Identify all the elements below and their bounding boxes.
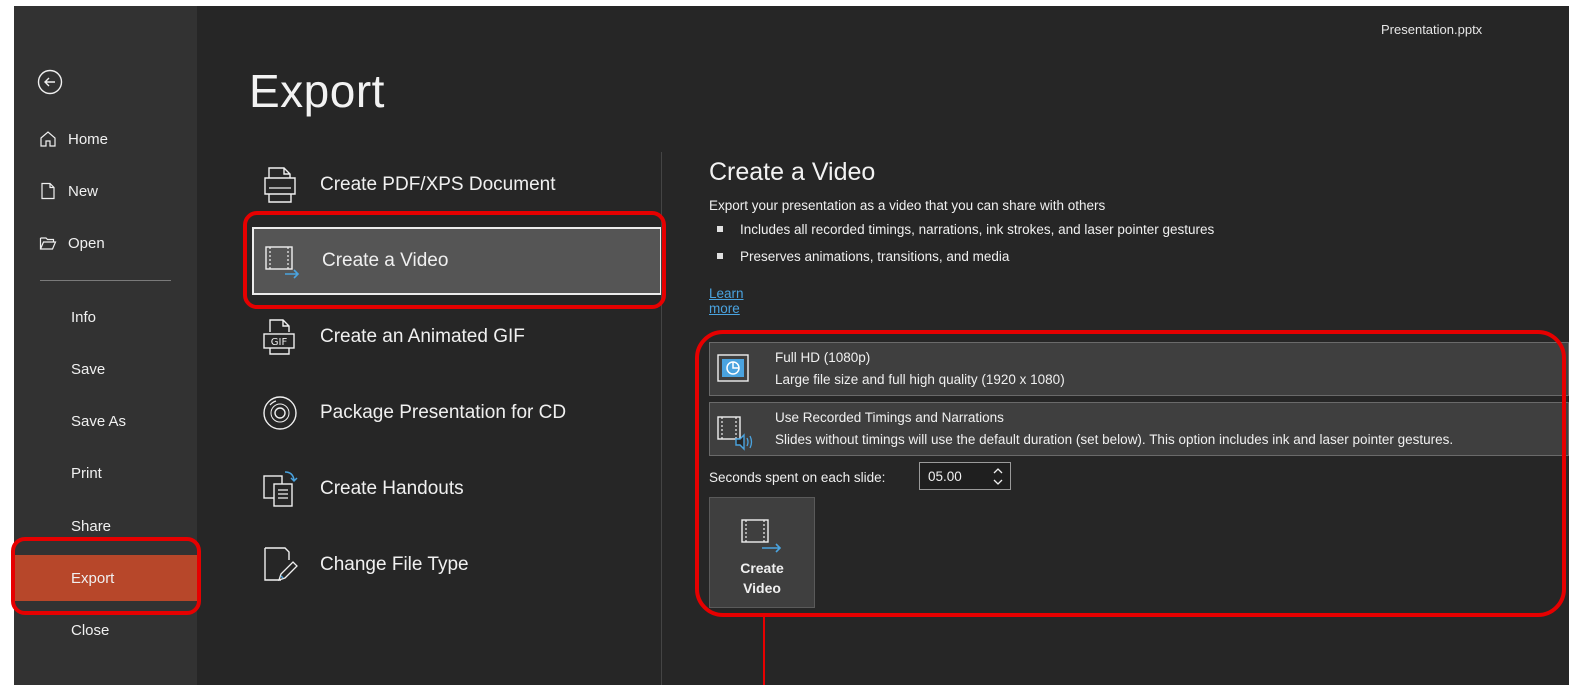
nav-new[interactable]: New — [14, 168, 197, 214]
new-document-icon — [39, 182, 57, 200]
option-create-pdf-xps-label: Create PDF/XPS Document — [320, 174, 556, 195]
seconds-stepper[interactable] — [919, 462, 1011, 490]
nav-info-label: Info — [71, 308, 97, 326]
option-create-handouts-label: Create Handouts — [320, 478, 464, 499]
nav-share[interactable]: Share — [14, 503, 197, 549]
backstage-sidebar: Home New Open Info Save Save As Print Sh… — [14, 6, 197, 685]
svg-text:GIF: GIF — [271, 337, 288, 348]
option-change-file-type[interactable]: Change File Type — [252, 531, 662, 599]
nav-export[interactable]: Export — [14, 555, 197, 601]
nav-save-as-label: Save As — [71, 412, 127, 430]
panel-bullet: Includes all recorded timings, narration… — [717, 222, 1214, 237]
monitor-icon — [716, 353, 750, 387]
option-create-animated-gif[interactable]: GIF Create an Animated GIF — [252, 303, 662, 371]
handouts-icon — [260, 469, 300, 509]
change-file-type-icon — [260, 545, 300, 585]
option-package-for-cd-label: Package Presentation for CD — [320, 402, 567, 423]
open-folder-icon — [39, 234, 57, 252]
option-package-for-cd[interactable]: Package Presentation for CD — [252, 379, 662, 447]
quality-title: Full HD (1080p) — [775, 350, 871, 365]
nav-close-label: Close — [71, 621, 110, 639]
timings-dropdown[interactable]: Use Recorded Timings and Narrations Slid… — [709, 402, 1569, 456]
create-video-button[interactable]: Create Video — [709, 497, 815, 608]
timings-narration-icon — [716, 413, 753, 451]
page-title: Export — [249, 65, 385, 117]
create-video-icon — [740, 518, 784, 554]
quality-dropdown[interactable]: Full HD (1080p) Large file size and full… — [709, 342, 1569, 396]
app-window: Home New Open Info Save Save As Print Sh… — [14, 6, 1569, 685]
nav-open-label: Open — [68, 234, 105, 252]
nav-print-label: Print — [71, 464, 102, 482]
timings-subtitle: Slides without timings will use the defa… — [775, 432, 1454, 447]
seconds-input[interactable] — [920, 463, 986, 489]
video-icon — [262, 241, 302, 281]
nav-save-as[interactable]: Save As — [14, 398, 197, 444]
nav-close[interactable]: Close — [14, 607, 197, 653]
nav-info[interactable]: Info — [14, 294, 197, 340]
nav-home-label: Home — [68, 130, 109, 148]
panel-bullet: Preserves animations, transitions, and m… — [717, 249, 1009, 264]
option-change-file-type-label: Change File Type — [320, 554, 469, 575]
annotation-pointer-line — [763, 613, 765, 685]
gif-icon: GIF — [260, 317, 300, 357]
quality-subtitle: Large file size and full high quality (1… — [775, 372, 1065, 387]
nav-save-label: Save — [71, 360, 106, 378]
option-create-animated-gif-label: Create an Animated GIF — [320, 326, 525, 347]
pdf-document-icon — [260, 165, 300, 205]
panel-divider — [661, 152, 662, 685]
nav-new-label: New — [68, 182, 99, 200]
nav-share-label: Share — [71, 517, 112, 535]
learn-more-link[interactable]: Learn more — [709, 286, 744, 316]
option-create-video[interactable]: Create a Video — [252, 227, 662, 295]
create-video-line1: Create — [740, 560, 784, 576]
circle-left-arrow-icon — [37, 69, 63, 95]
home-icon — [39, 130, 57, 148]
create-video-button-label: Create Video — [710, 558, 814, 598]
stepper-down-button[interactable] — [992, 477, 1004, 487]
back-button[interactable] — [36, 68, 64, 96]
timings-title: Use Recorded Timings and Narrations — [775, 410, 1004, 425]
nav-export-label: Export — [71, 569, 115, 587]
nav-open[interactable]: Open — [14, 220, 197, 266]
nav-save[interactable]: Save — [14, 346, 197, 392]
document-filename: Presentation.pptx — [1381, 22, 1483, 37]
chevron-down-icon — [993, 479, 1003, 485]
panel-title: Create a Video — [709, 158, 876, 186]
main-content: Presentation.pptx Export Create PDF/XPS … — [197, 6, 1569, 685]
option-create-handouts[interactable]: Create Handouts — [252, 455, 662, 523]
nav-home[interactable]: Home — [14, 116, 197, 162]
seconds-label: Seconds spent on each slide: — [709, 470, 886, 485]
option-create-pdf-xps[interactable]: Create PDF/XPS Document — [252, 151, 662, 219]
stepper-up-button[interactable] — [992, 466, 1004, 476]
cd-icon — [260, 393, 300, 433]
option-create-video-label: Create a Video — [322, 250, 449, 271]
nav-print[interactable]: Print — [14, 450, 197, 496]
chevron-up-icon — [993, 468, 1003, 474]
create-video-line2: Video — [743, 580, 781, 596]
nav-separator — [40, 280, 171, 281]
panel-description: Export your presentation as a video that… — [709, 198, 1106, 213]
